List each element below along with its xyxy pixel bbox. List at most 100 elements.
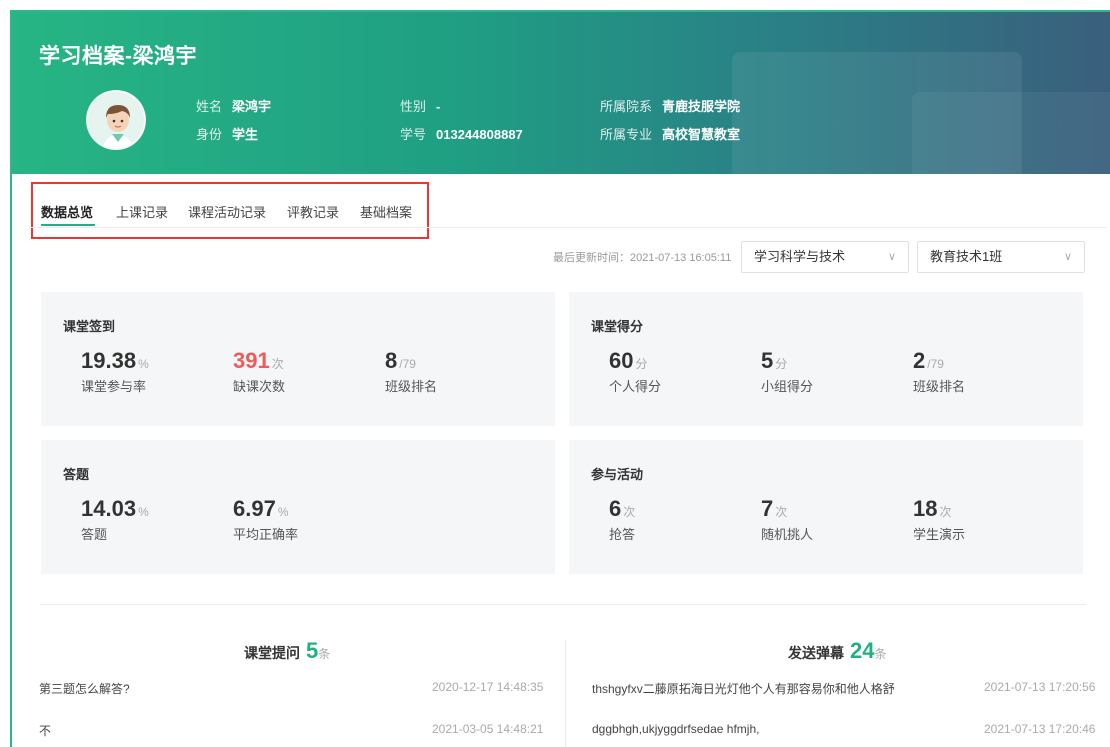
stat-answer-rate: 14.03% 答题 [81,496,149,543]
stat-group-score: 5分 小组得分 [761,348,813,395]
danmu-time: 2021-07-13 17:20:46 [984,722,1096,736]
info-gender: 性别 - [400,96,440,115]
info-department: 所属院系 青鹿技服学院 [600,96,740,115]
stat-label: 班级排名 [913,379,966,394]
info-major: 所属专业 高校智慧教室 [600,124,740,143]
stat-label: 随机挑人 [761,527,814,542]
name-label: 姓名 [196,99,223,114]
class-select-value: 教育技术1班 [930,249,1003,264]
activity-card: 参与活动 6次 抢答 7次 随机挑人 18 次 学生演示 [569,440,1083,574]
stat-student-demo: 18 次 学生演示 [913,496,965,543]
stat-score-rank: 2/79 班级排名 [913,348,965,395]
tab-activity-records[interactable]: 课程活动记录 [188,202,266,221]
question-item[interactable]: 不 [39,722,51,739]
stat-value: 6 [609,496,622,521]
student-id-label: 学号 [400,127,427,142]
danmu-title: 发送弹幕 24条 [788,638,887,664]
stat-unit: 次 [271,357,284,371]
stat-label: 小组得分 [761,379,814,394]
info-name: 姓名 梁鸿宇 [196,96,271,115]
stat-quick-answer: 6次 抢答 [609,496,635,543]
score-card: 课堂得分 60 分 个人得分 5分 小组得分 2/79 班级排名 [569,292,1083,426]
stat-label: 课堂参与率 [81,379,147,394]
card-title: 参与活动 [591,467,644,482]
page-title: 学习档案-梁鸿宇 [39,45,197,68]
class-select[interactable]: 教育技术1班 ∨ [917,241,1085,273]
question-time: 2020-12-17 14:48:35 [432,680,544,694]
stat-unit: /79 [927,357,944,371]
stat-unit: 分 [635,357,648,371]
stat-class-rank: 8/79 班级排名 [385,348,437,395]
stat-absence-count: 391 次 缺课次数 [233,348,285,395]
column-divider [565,640,566,747]
questions-title: 课堂提问 5条 [244,638,330,664]
major-label: 所属专业 [600,127,653,142]
questions-count: 5 [306,638,319,663]
last-updated-text: 最后更新时间：2021-07-13 16:05:11 [553,252,732,264]
profile-header: 学习档案-梁鸿宇 姓名 梁鸿宇 身份 学生 性别 - 学号 013244808887 [12,12,1110,174]
stat-label: 答题 [81,527,108,542]
stat-value: 2 [913,348,926,373]
gender-label: 性别 [400,99,427,114]
role-value: 学生 [232,127,259,142]
danmu-item[interactable]: dggbhgh,ukjyggdrfsedae hfmjh, [592,722,759,736]
stat-unit: 次 [939,505,952,519]
stat-accuracy: 6.97% 平均正确率 [233,496,298,543]
tab-basic-archive[interactable]: 基础档案 [360,202,412,221]
student-id-value: 013244808887 [436,127,523,142]
stat-random-pick: 7次 随机挑人 [761,496,813,543]
danmu-unit: 条 [874,647,887,661]
role-label: 身份 [196,127,223,142]
stat-unit: % [138,505,149,519]
avatar [86,90,146,150]
danmu-time: 2021-07-13 17:20:56 [984,680,1096,694]
stat-label: 个人得分 [609,379,662,394]
stat-value: 6.97 [233,496,276,521]
department-value: 青鹿技服学院 [662,99,741,114]
major-value: 高校智慧教室 [662,127,741,142]
tab-data-overview[interactable]: 数据总览 [41,202,93,221]
stat-unit: 分 [775,357,788,371]
stat-label: 缺课次数 [233,379,286,394]
tab-class-records[interactable]: 上课记录 [116,202,168,221]
danmu-item[interactable]: thshgyfxv二藤原拓海日光灯他个人有那容易你和他人格舒 [592,680,895,697]
stat-unit: 次 [623,505,636,519]
chevron-down-icon: ∨ [1063,251,1072,263]
stat-unit: % [138,357,149,371]
stat-value: 18 [913,496,938,521]
active-tab-indicator [41,224,95,226]
tab-evaluation-records[interactable]: 评教记录 [287,202,339,221]
tabs-divider [31,227,1106,228]
stat-value: 391 [233,348,270,373]
header-decoration [912,92,1110,174]
student-avatar-icon [88,92,144,148]
danmu-title-label: 发送弹幕 [788,645,844,661]
questions-title-label: 课堂提问 [244,645,300,661]
chevron-down-icon: ∨ [887,251,896,263]
stat-value: 19.38 [81,348,137,373]
stat-label: 平均正确率 [233,527,299,542]
danmu-count: 24 [850,638,875,663]
card-title: 答题 [63,467,90,482]
stat-value: 7 [761,496,774,521]
answer-card: 答题 14.03% 答题 6.97% 平均正确率 [41,440,555,574]
stat-label: 抢答 [609,527,636,542]
attendance-card: 课堂签到 19.38% 课堂参与率 391 次 缺课次数 8/79 班级排名 [41,292,555,426]
stat-value: 8 [385,348,398,373]
stat-label: 学生演示 [913,527,966,542]
page-frame: 学习档案-梁鸿宇 姓名 梁鸿宇 身份 学生 性别 - 学号 013244808887 [10,10,1110,747]
stat-unit: % [277,505,289,519]
course-select[interactable]: 学习科学与技术 ∨ [741,241,909,273]
department-label: 所属院系 [600,99,653,114]
info-student-id: 学号 013244808887 [400,124,523,143]
info-role: 身份 学生 [196,124,258,143]
section-divider [40,604,1086,605]
question-time: 2021-03-05 14:48:21 [432,722,544,736]
stat-participation-rate: 19.38% 课堂参与率 [81,348,149,395]
stat-value: 14.03 [81,496,137,521]
question-item[interactable]: 第三题怎么解答? [39,680,130,697]
stat-personal-score: 60 分 个人得分 [609,348,661,395]
stat-unit: /79 [399,357,416,371]
card-title: 课堂签到 [63,319,116,334]
stat-label: 班级排名 [385,379,438,394]
